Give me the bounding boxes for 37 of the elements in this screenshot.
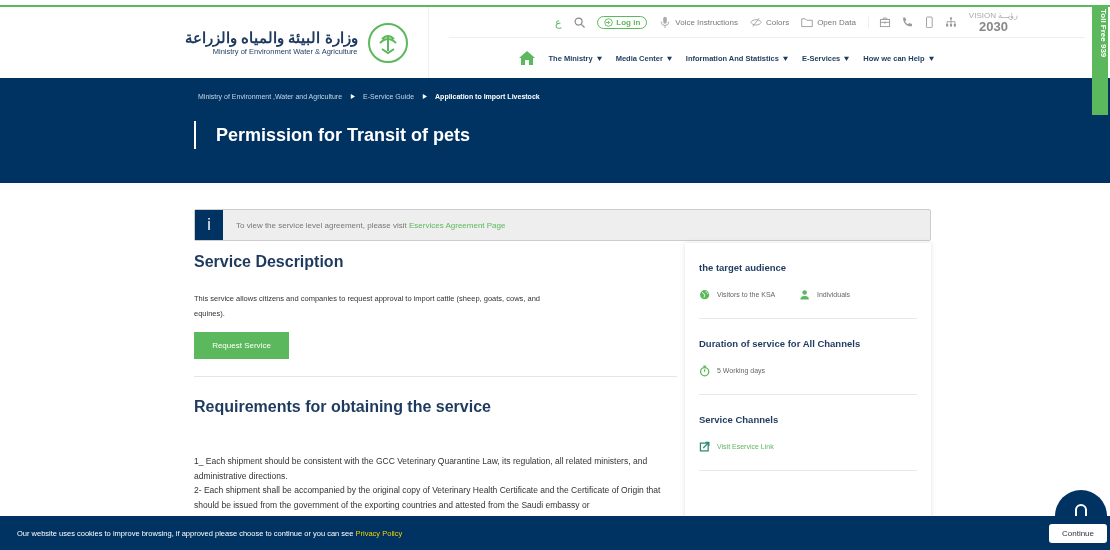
chevron-icon [422,93,428,99]
section-heading: Requirements for obtaining the service [194,398,492,416]
section-heading: Service Description [194,253,345,271]
search-icon[interactable] [574,16,586,28]
card-heading: Service Channels [699,414,780,425]
folder-icon [801,16,814,28]
caret-icon [666,55,672,61]
utility-link[interactable]: Voice Instructions [659,16,738,28]
card-heading: Duration of service for All Channels [699,338,862,349]
external-link-icon [699,441,711,453]
continue-button[interactable]: Continue [1049,523,1107,543]
globe-icon [699,289,711,301]
arch-icon [1073,502,1089,518]
home-icon[interactable] [518,51,535,65]
caret-icon [596,55,602,61]
mic-icon [659,16,672,28]
phone-icon [900,16,913,28]
caret-icon [844,55,850,61]
ministry-name-arabic: وزارة البيئة والمياه والزراعة [185,29,358,47]
sitemap-icon [944,16,957,28]
page-title: Permission for Transit of pets [216,124,471,146]
person-icon [799,289,811,301]
info-icon: i [195,210,223,240]
utility-link[interactable]: Colors [750,16,790,28]
stopwatch-icon [699,365,711,377]
login-icon [604,17,614,27]
card-heading: the target audience [699,262,788,273]
caret-icon [928,55,934,61]
briefcase-icon [878,16,891,28]
eye-icon [750,16,762,28]
notice-text: To view the service level agreement, please visit Eservices Agreement Page [235,220,506,230]
requirement-text: 2- Each shipment shall be accompanied by the original copy of Veterinary Health Certificate and the Certificate of Origin that should be issued from the government of the exporting countries and attested from the Saudi embassy or [194,484,662,512]
floating-help-button[interactable] [1055,490,1107,516]
requirement-text: 1_ Each shipment should be consistent with the GCC Veterinary Quarantine Law, its regulation, all related ministers, and administrative directions. [194,455,649,483]
chevron-icon [350,93,356,99]
caret-icon [782,55,788,61]
utility-link[interactable]: Open Data [801,16,856,28]
